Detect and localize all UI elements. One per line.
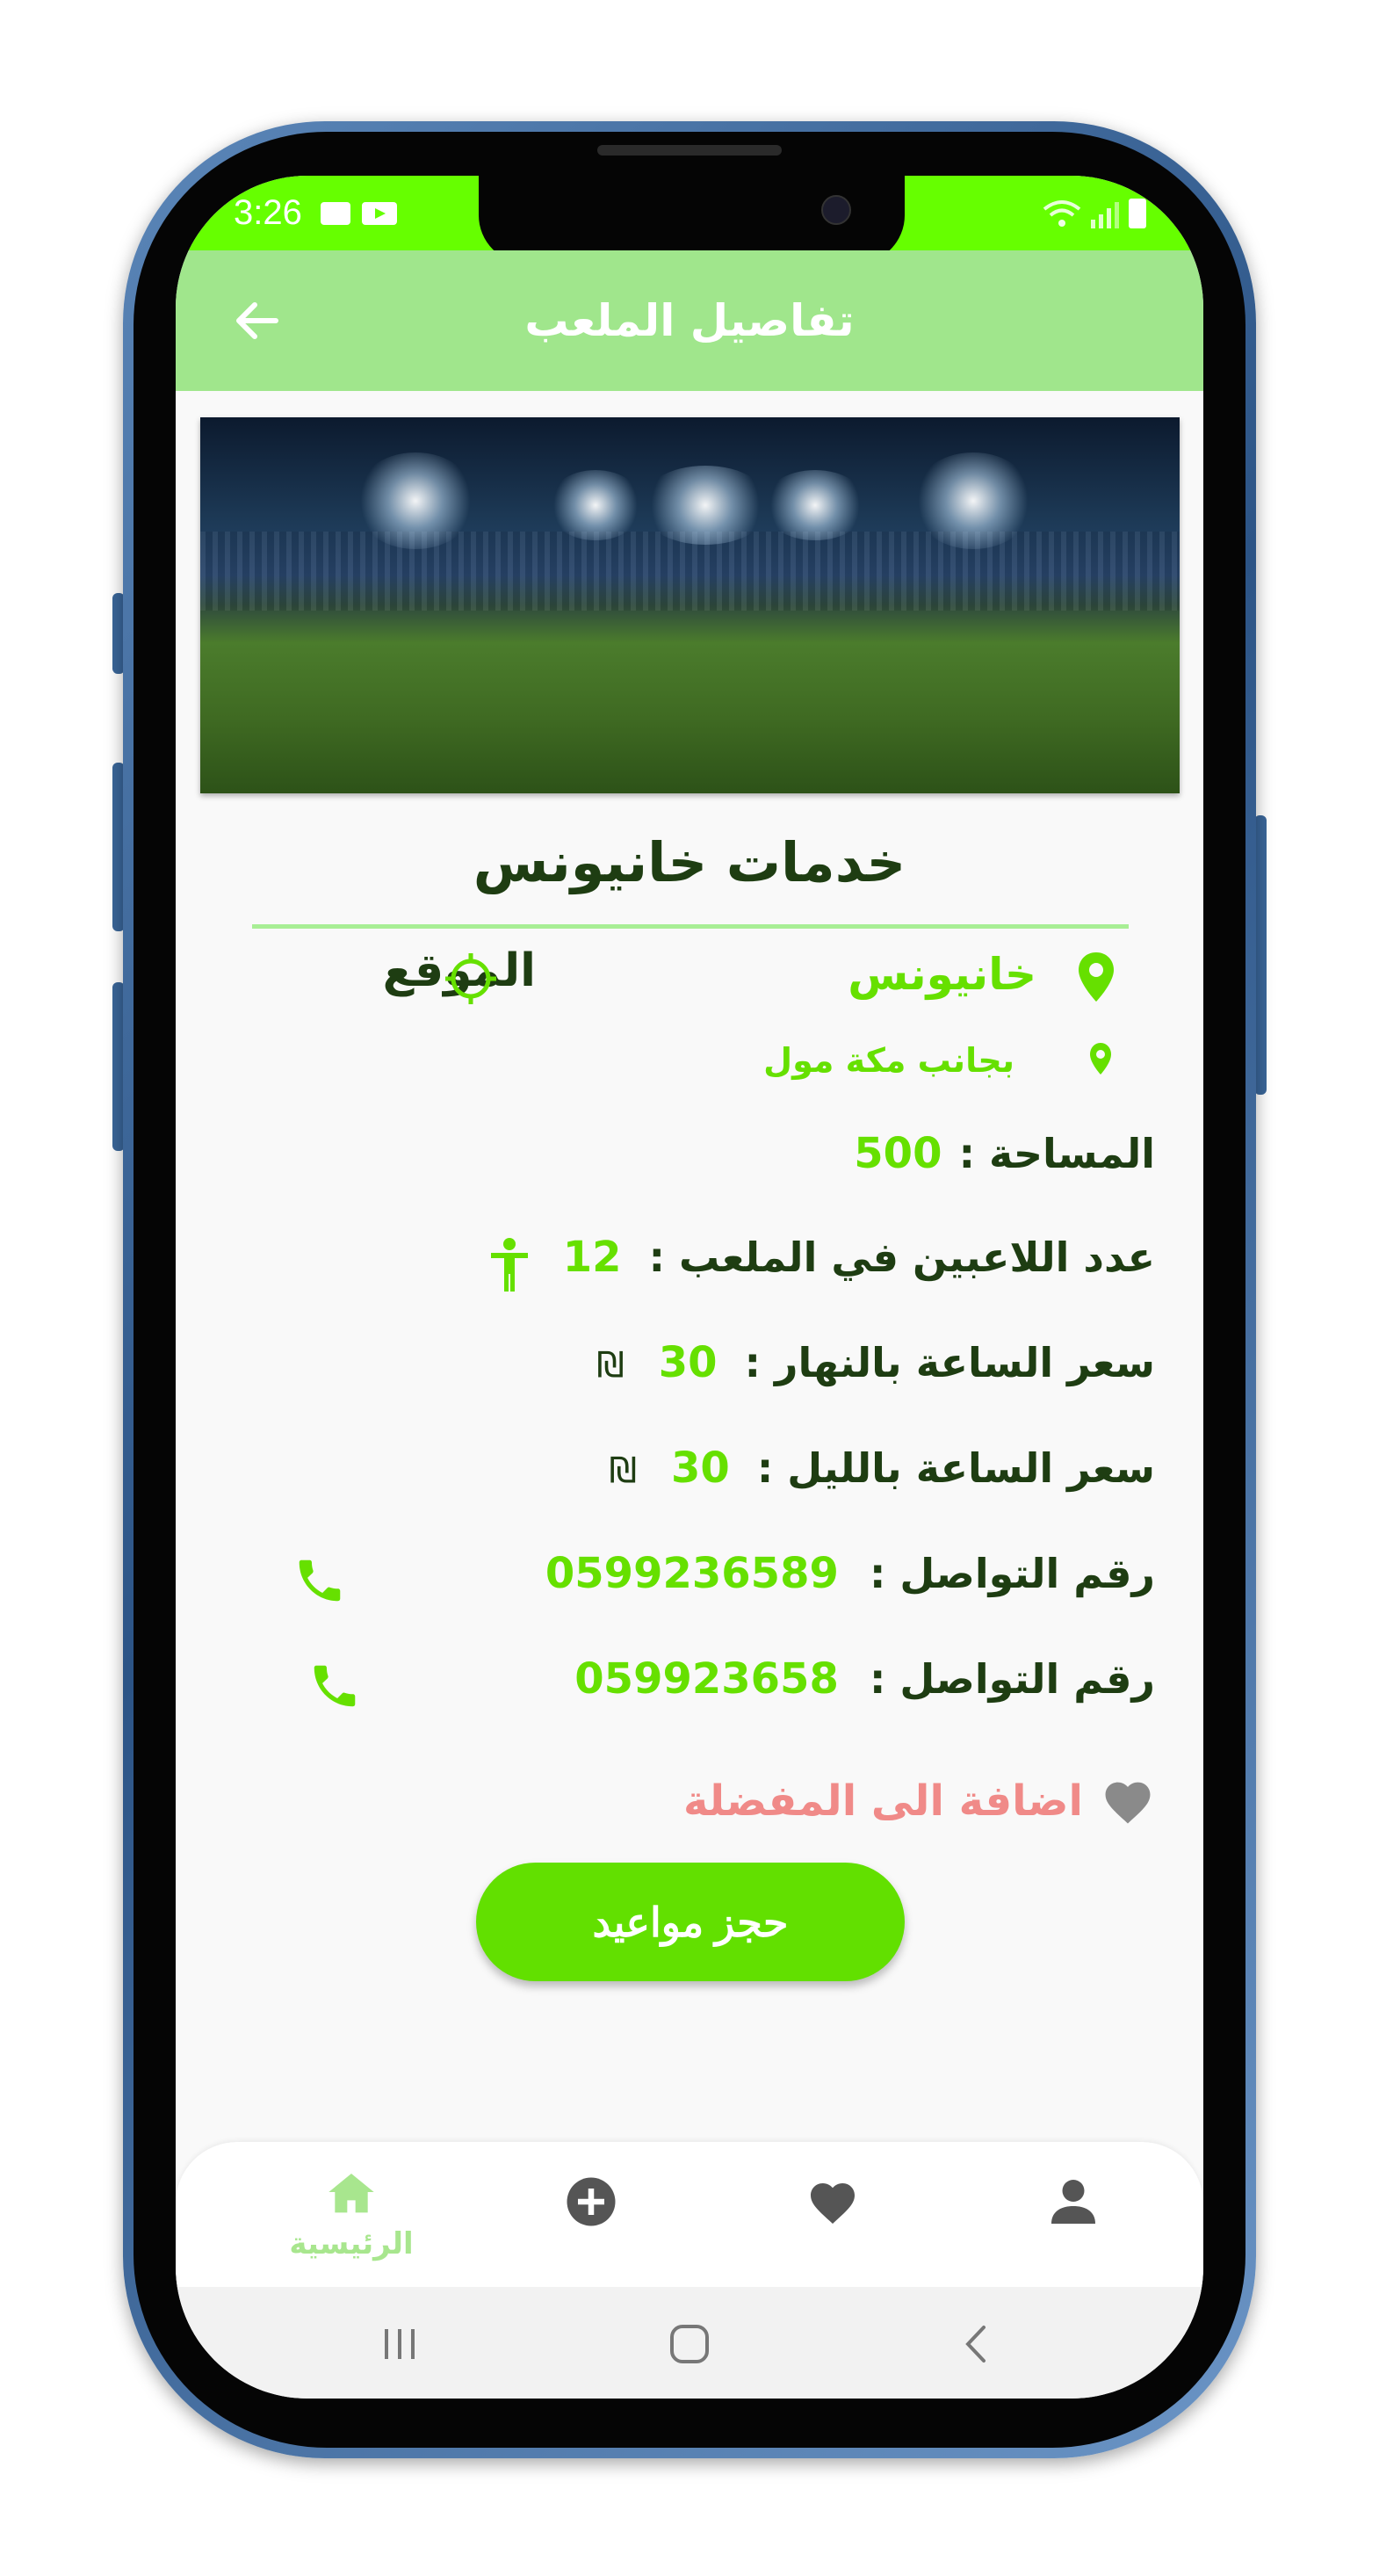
area-value: 500	[854, 1129, 942, 1178]
floodlight	[547, 470, 644, 540]
area-row: المساحة : 500	[854, 1129, 1155, 1178]
signal-icon	[1091, 202, 1119, 228]
battery-icon	[1129, 199, 1146, 228]
app-bar: تفاصيل الملعب	[176, 250, 1203, 391]
nav-profile[interactable]	[986, 2142, 1161, 2287]
page-title: تفاصيل الملعب	[524, 295, 855, 346]
bottom-navigation: الرئيسية	[176, 2142, 1203, 2287]
phone-icon[interactable]	[307, 1659, 362, 1713]
home-button-icon[interactable]	[650, 2305, 729, 2384]
add-circle-icon	[567, 2177, 616, 2226]
page-root: 3:26 تفاصيل الملعب خدمات خانيونس خانيونس…	[0, 0, 1379, 2576]
players-label: عدد اللاعبين في الملعب :	[648, 1234, 1155, 1281]
favorite-label: اضافة الى المفضلة	[682, 1776, 1083, 1826]
nav-home-label: الرئيسية	[289, 2226, 414, 2261]
venue-name: خدمات خانيونس	[473, 830, 906, 894]
day-price-row: سعر الساعة بالنهار : 30 ₪	[596, 1338, 1155, 1387]
person-standing-icon	[491, 1238, 528, 1292]
person-icon	[1051, 2180, 1095, 2224]
venue-street: بجانب مكة مول	[763, 1041, 1014, 1080]
contact-row: رقم التواصل : 0599236589	[545, 1549, 1155, 1598]
contact-number[interactable]: 059923658	[574, 1654, 839, 1704]
location-pin-icon	[1090, 1043, 1111, 1075]
floodlight	[762, 470, 868, 540]
floodlight	[639, 466, 771, 545]
nav-add[interactable]	[503, 2142, 679, 2287]
nav-home[interactable]: الرئيسية	[264, 2142, 439, 2287]
contact-label: رقم التواصل :	[869, 1655, 1155, 1703]
phone-icon[interactable]	[292, 1553, 347, 1608]
power-button	[1254, 815, 1267, 1095]
phone-speaker	[597, 145, 782, 156]
contact-number[interactable]: 0599236589	[545, 1549, 839, 1598]
add-to-favorites-button[interactable]: اضافة الى المفضلة	[683, 1766, 1155, 1836]
arrow-left-icon[interactable]	[221, 286, 292, 356]
shekel-icon: ₪	[596, 1345, 625, 1386]
night-price-value: 30	[670, 1444, 730, 1493]
floodlight	[354, 452, 477, 549]
phone-screen: 3:26 تفاصيل الملعب خدمات خانيونس خانيونس…	[176, 176, 1203, 2399]
players-value: 12	[562, 1233, 622, 1282]
floodlight	[912, 452, 1035, 549]
status-time: 3:26	[234, 193, 302, 232]
stadium-image	[200, 417, 1180, 793]
back-button-icon[interactable]	[938, 2305, 1017, 2384]
gps-crosshair-icon	[445, 953, 496, 1004]
nav-favorites[interactable]	[745, 2142, 921, 2287]
heart-icon	[811, 2183, 855, 2224]
home-icon	[329, 2174, 374, 2213]
shekel-icon: ₪	[609, 1451, 637, 1491]
wifi-icon	[1043, 200, 1081, 227]
area-label: المساحة :	[958, 1130, 1155, 1177]
contact-label: رقم التواصل :	[869, 1550, 1155, 1597]
players-row: عدد اللاعبين في الملعب : 12	[563, 1233, 1155, 1282]
system-navigation-bar	[176, 2287, 1203, 2399]
heart-icon	[1105, 1782, 1151, 1824]
day-price-value: 30	[658, 1338, 718, 1387]
night-price-label: سعر الساعة بالليل :	[756, 1444, 1155, 1492]
day-price-label: سعر الساعة بالنهار :	[744, 1339, 1155, 1386]
title-divider	[252, 924, 1129, 929]
recent-apps-icon[interactable]	[360, 2305, 439, 2384]
contact-row: رقم التواصل : 059923658	[574, 1654, 1155, 1704]
book-appointments-button[interactable]: حجز مواعيد	[476, 1863, 905, 1981]
location-button[interactable]: الموقع	[290, 944, 536, 1015]
gallery-icon	[321, 202, 350, 225]
location-pin-icon	[1079, 952, 1114, 1002]
youtube-icon	[362, 202, 397, 225]
night-price-row: سعر الساعة بالليل : 30 ₪	[610, 1444, 1156, 1493]
camera-icon	[821, 195, 851, 225]
venue-city: خانيونس	[848, 949, 1036, 1000]
